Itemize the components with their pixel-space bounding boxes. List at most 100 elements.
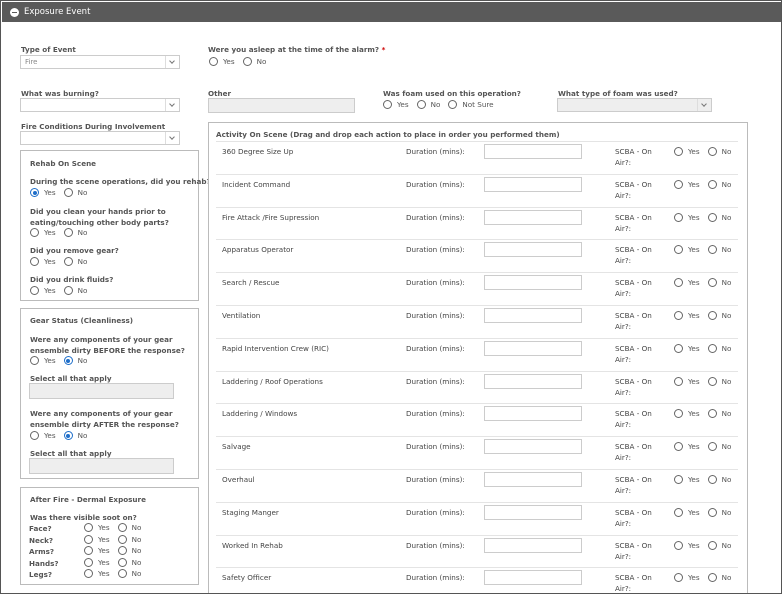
scba-yes-radio[interactable]	[674, 573, 683, 583]
duration-input[interactable]	[484, 308, 582, 323]
scba-no-radio[interactable]	[707, 245, 717, 255]
activity-row[interactable]: Overhaul Duration (mins): SCBA - On Air?: Y…	[216, 469, 738, 502]
rehab-q1-no-radio[interactable]	[63, 188, 73, 197]
scba-yes-radio[interactable]	[674, 147, 683, 156]
dermal-no-radio[interactable]	[117, 534, 127, 544]
scba-no-radio[interactable]	[707, 409, 717, 419]
activity-row[interactable]: Laddering / Windows Duration (mins): SCBA …	[216, 403, 738, 436]
gear-before-select[interactable]	[29, 383, 174, 399]
scba-no-radio[interactable]	[707, 376, 717, 386]
scba-yes-radio[interactable]	[674, 376, 683, 386]
option-label: Yes	[98, 569, 110, 578]
foam-type-select[interactable]	[557, 98, 712, 112]
duration-input[interactable]	[484, 340, 582, 356]
scba-yes-radio[interactable]	[674, 179, 683, 189]
dermal-yes-radio[interactable]	[84, 523, 93, 532]
option-label: Yes	[688, 311, 700, 320]
activity-row[interactable]: Fire Attack /Fire Supression Duration (mi…	[216, 206, 738, 240]
duration-input[interactable]	[484, 275, 582, 291]
option-label: Yes	[688, 278, 700, 288]
foam-yes-radio[interactable]	[383, 100, 392, 109]
dermal-no-radio[interactable]	[117, 523, 127, 532]
asleep-no-radio[interactable]	[242, 57, 252, 66]
rehab-q4-yes-radio[interactable]	[30, 286, 39, 295]
rehab-q4-no-radio[interactable]	[63, 286, 73, 295]
dermal-no-radio[interactable]	[117, 569, 127, 578]
scba-no-radio[interactable]	[707, 540, 717, 550]
what-burning-select[interactable]	[20, 98, 180, 112]
duration-input[interactable]	[484, 406, 582, 422]
gear-after-no-radio[interactable]	[63, 431, 73, 440]
scba-yes-radio[interactable]	[674, 540, 683, 550]
duration-input[interactable]	[484, 144, 582, 159]
activity-row[interactable]: Laddering / Roof Operations Duration (min…	[216, 370, 738, 404]
scba-no-radio[interactable]	[707, 147, 717, 156]
gear-before-yes-radio[interactable]	[30, 356, 39, 365]
scba-label: SCBA - On Air?:	[615, 573, 652, 594]
rehab-q1-yes-radio[interactable]	[30, 188, 39, 197]
scba-no-radio[interactable]	[707, 311, 717, 320]
activity-row[interactable]: Apparatus Operator Duration (mins): SCBA -…	[216, 239, 738, 272]
scba-yes-radio[interactable]	[674, 442, 683, 452]
gear-after-yes-radio[interactable]	[30, 431, 39, 440]
activity-row[interactable]: 360 Degree Size Up Duration (mins): SCBA -…	[216, 141, 738, 174]
duration-input[interactable]	[484, 439, 582, 455]
dermal-no-radio[interactable]	[117, 557, 127, 567]
scba-no-radio[interactable]	[707, 179, 717, 189]
activity-row[interactable]: Salvage Duration (mins): SCBA - On Air?: Ye…	[216, 436, 738, 469]
scba-yes-radio[interactable]	[674, 311, 683, 320]
scba-yes-radio[interactable]	[674, 475, 683, 484]
collapse-icon[interactable]	[10, 7, 19, 17]
scba-yes-radio[interactable]	[674, 409, 683, 419]
activity-row[interactable]: Staging Manger Duration (mins): SCBA - On …	[216, 501, 738, 535]
gear-before-no-radio[interactable]	[63, 356, 73, 365]
scba-radio-group: Yes No	[674, 245, 739, 255]
duration-input[interactable]	[484, 373, 582, 389]
scba-yes-radio[interactable]	[674, 245, 683, 255]
scba-no-radio[interactable]	[707, 507, 717, 517]
dermal-yes-radio[interactable]	[84, 557, 93, 567]
activity-row[interactable]: Safety Officer Duration (mins): SCBA - On …	[216, 567, 738, 594]
scba-no-radio[interactable]	[707, 212, 717, 222]
rehab-q2-no-radio[interactable]	[63, 228, 73, 237]
scba-no-radio[interactable]	[707, 573, 717, 583]
duration-input[interactable]	[484, 242, 582, 258]
fire-conditions-select[interactable]	[20, 131, 180, 145]
duration-input[interactable]	[484, 570, 582, 586]
duration-input[interactable]	[484, 504, 582, 520]
scba-yes-radio[interactable]	[674, 507, 683, 517]
activity-row[interactable]: Worked In Rehab Duration (mins): SCBA - On…	[216, 534, 738, 568]
duration-label: Duration (mins):	[406, 147, 465, 156]
scba-yes-radio[interactable]	[674, 278, 683, 288]
scba-no-radio[interactable]	[707, 442, 717, 452]
section-header[interactable]: Exposure Event	[2, 2, 781, 22]
dermal-no-radio[interactable]	[117, 546, 127, 555]
duration-input[interactable]	[484, 537, 582, 553]
dermal-yes-radio[interactable]	[84, 534, 93, 544]
duration-input[interactable]	[484, 472, 582, 487]
activity-row[interactable]: Incident Command Duration (mins): SCBA - O…	[216, 173, 738, 207]
other-input[interactable]	[208, 98, 355, 113]
scba-no-radio[interactable]	[707, 278, 717, 288]
dermal-yes-radio[interactable]	[84, 569, 93, 578]
rehab-q3-no-radio[interactable]	[63, 257, 73, 266]
scba-yes-radio[interactable]	[674, 343, 683, 353]
rehab-q3-yes-radio[interactable]	[30, 257, 39, 266]
option-label: No	[77, 228, 88, 237]
scba-no-radio[interactable]	[707, 475, 717, 484]
foam-no-radio[interactable]	[416, 100, 426, 109]
asleep-yes-radio[interactable]	[209, 57, 218, 66]
scba-yes-radio[interactable]	[674, 212, 683, 222]
activity-row[interactable]: Search / Rescue Duration (mins): SCBA - On…	[216, 272, 738, 305]
duration-input[interactable]	[484, 176, 582, 192]
foam-not-sure-radio[interactable]	[448, 100, 458, 109]
duration-input[interactable]	[484, 209, 582, 225]
rehab-q2-yes-radio[interactable]	[30, 228, 39, 237]
gear-after-select[interactable]	[29, 458, 174, 474]
option-label: Yes	[44, 356, 56, 365]
scba-no-radio[interactable]	[707, 343, 717, 353]
activity-row[interactable]: Ventilation Duration (mins): SCBA - On Air…	[216, 305, 738, 338]
activity-row[interactable]: Rapid Intervention Crew (RIC) Duration (m…	[216, 337, 738, 371]
dermal-yes-radio[interactable]	[84, 546, 93, 555]
type-of-event-select[interactable]: Fire	[20, 55, 180, 69]
